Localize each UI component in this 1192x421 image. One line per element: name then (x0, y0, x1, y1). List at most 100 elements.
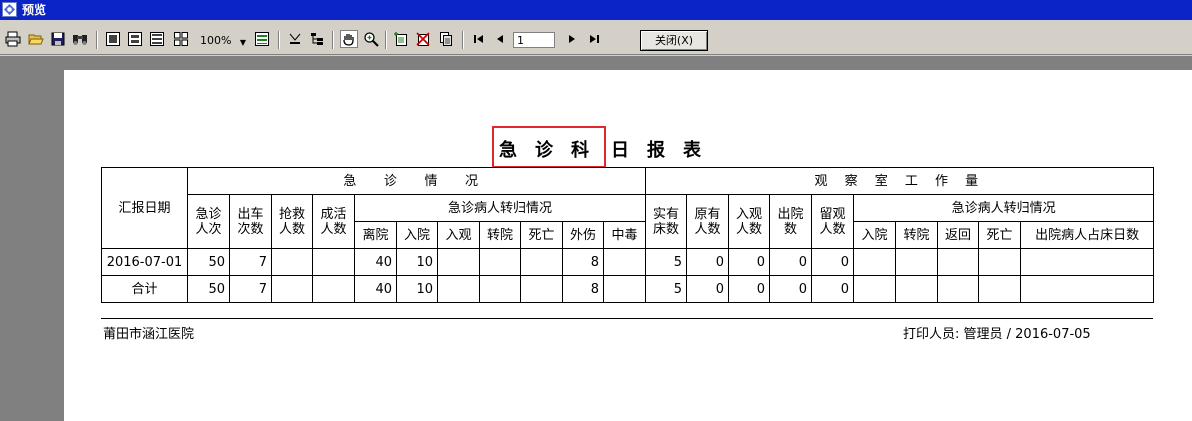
save-icon[interactable] (49, 30, 67, 48)
table-cell (479, 275, 521, 303)
header-transfer-group: 急诊病人转归情况 (353, 194, 647, 222)
header-col: 入观 (437, 221, 480, 249)
zoom-select[interactable]: 100% ▼ (200, 33, 246, 49)
header-col: 离院 (354, 221, 397, 249)
table-cell: 0 (728, 275, 771, 303)
tree-icon[interactable] (308, 30, 326, 48)
find-icon[interactable] (71, 30, 89, 48)
table-cell: 5 (645, 248, 688, 276)
close-button[interactable]: 关闭(X) (640, 30, 708, 51)
title-char: 报 (647, 140, 665, 161)
table-cell (437, 275, 480, 303)
zoom-icon[interactable] (362, 30, 380, 48)
table-cell: 0 (728, 248, 771, 276)
table-cell (978, 275, 1022, 303)
header-col: 外伤 (562, 221, 604, 249)
chevron-down-icon[interactable]: ▼ (240, 35, 246, 51)
print-icon[interactable] (4, 30, 22, 48)
toolbar-separator (332, 31, 334, 49)
table-cell: 8 (562, 275, 604, 303)
first-page-icon[interactable] (470, 30, 488, 48)
table-cell (602, 248, 647, 276)
report-table: 汇报日期 急 诊 情 况 观 察 室 工 作 量 急诊人次 出车次数 抢救人数 … (101, 167, 1155, 303)
header-col: 原有人数 (686, 194, 730, 249)
table-cell: 40 (354, 248, 397, 276)
table-cell (520, 248, 563, 276)
table-cell: 7 (229, 248, 272, 276)
delete-page-icon[interactable] (414, 30, 432, 48)
table-cell: 5 (645, 275, 688, 303)
zoom-value: 100% (200, 34, 232, 47)
header-col: 实有床数 (645, 194, 688, 249)
table-cell (312, 275, 355, 303)
table-cell (479, 248, 521, 276)
hand-icon[interactable] (340, 30, 358, 48)
table-cell: 50 (187, 275, 230, 303)
header-col: 成活人数 (312, 194, 355, 249)
table-cell (1020, 275, 1155, 303)
multi-page-icon[interactable] (172, 30, 190, 48)
table-cell: 0 (686, 248, 730, 276)
edit-page-icon[interactable] (392, 30, 410, 48)
title-char: 日 (611, 140, 629, 161)
header-col: 留观人数 (811, 194, 855, 249)
title-char: 表 (683, 140, 701, 161)
two-page-icon[interactable] (126, 30, 144, 48)
header-col: 抢救人数 (271, 194, 313, 249)
print-info: 打印人员: 管理员 / 2016-07-05 (903, 327, 1091, 342)
table-row: 合计 50 7 40 10 8 5 0 0 0 0 (101, 275, 1155, 303)
table-cell: 7 (229, 275, 272, 303)
table-cell (895, 275, 939, 303)
table-row: 2016-07-01 50 7 40 10 8 5 0 0 0 0 (101, 248, 1155, 276)
table-cell (437, 248, 480, 276)
toolbar-separator (96, 31, 98, 49)
last-page-icon[interactable] (585, 30, 603, 48)
table-cell (271, 275, 313, 303)
table-cell (520, 275, 563, 303)
header-col: 死亡 (978, 221, 1022, 249)
header-transfer-group: 急诊病人转归情况 (853, 194, 1155, 222)
footer-divider (101, 318, 1153, 319)
prev-page-icon[interactable] (491, 30, 509, 48)
table-cell: 0 (769, 248, 813, 276)
table-cell (271, 248, 313, 276)
table-cell (978, 248, 1022, 276)
table-cell (937, 275, 980, 303)
open-icon[interactable] (27, 30, 45, 48)
table-cell: 0 (769, 275, 813, 303)
page-number-input[interactable]: 1 (513, 32, 555, 48)
table-cell: 10 (396, 275, 438, 303)
table-cell (602, 275, 647, 303)
table-cell: 40 (354, 275, 397, 303)
table-cell: 10 (396, 248, 438, 276)
header-col: 入观人数 (728, 194, 771, 249)
header-col: 返回 (937, 221, 980, 249)
table-cell: 0 (686, 275, 730, 303)
four-page-icon[interactable] (148, 30, 166, 48)
header-report-date: 汇报日期 (101, 167, 188, 249)
header-col: 出院病人占床日数 (1020, 221, 1155, 249)
toolbar-separator (385, 31, 387, 49)
settings-icon[interactable] (286, 30, 304, 48)
header-col: 出车次数 (229, 194, 272, 249)
title-bar: 预览 (0, 0, 1192, 20)
table-cell: 0 (811, 248, 855, 276)
page-width-icon[interactable] (253, 30, 271, 48)
header-col: 出院数 (769, 194, 813, 249)
table-cell (937, 248, 980, 276)
single-page-icon[interactable] (104, 30, 122, 48)
copy-page-icon[interactable] (437, 30, 455, 48)
header-col: 死亡 (520, 221, 563, 249)
header-col: 入院 (396, 221, 438, 249)
table-cell (853, 248, 897, 276)
table-cell (1020, 248, 1155, 276)
header-col: 转院 (895, 221, 939, 249)
next-page-icon[interactable] (563, 30, 581, 48)
cell-date: 合计 (101, 275, 188, 303)
toolbar-separator (278, 31, 280, 49)
table-cell: 0 (811, 275, 855, 303)
table-header-row: 汇报日期 急 诊 情 况 观 察 室 工 作 量 (101, 167, 1155, 249)
toolbar-separator (462, 31, 464, 49)
header-observation-group: 观 察 室 工 作 量 (645, 167, 1155, 195)
table-cell (853, 275, 897, 303)
